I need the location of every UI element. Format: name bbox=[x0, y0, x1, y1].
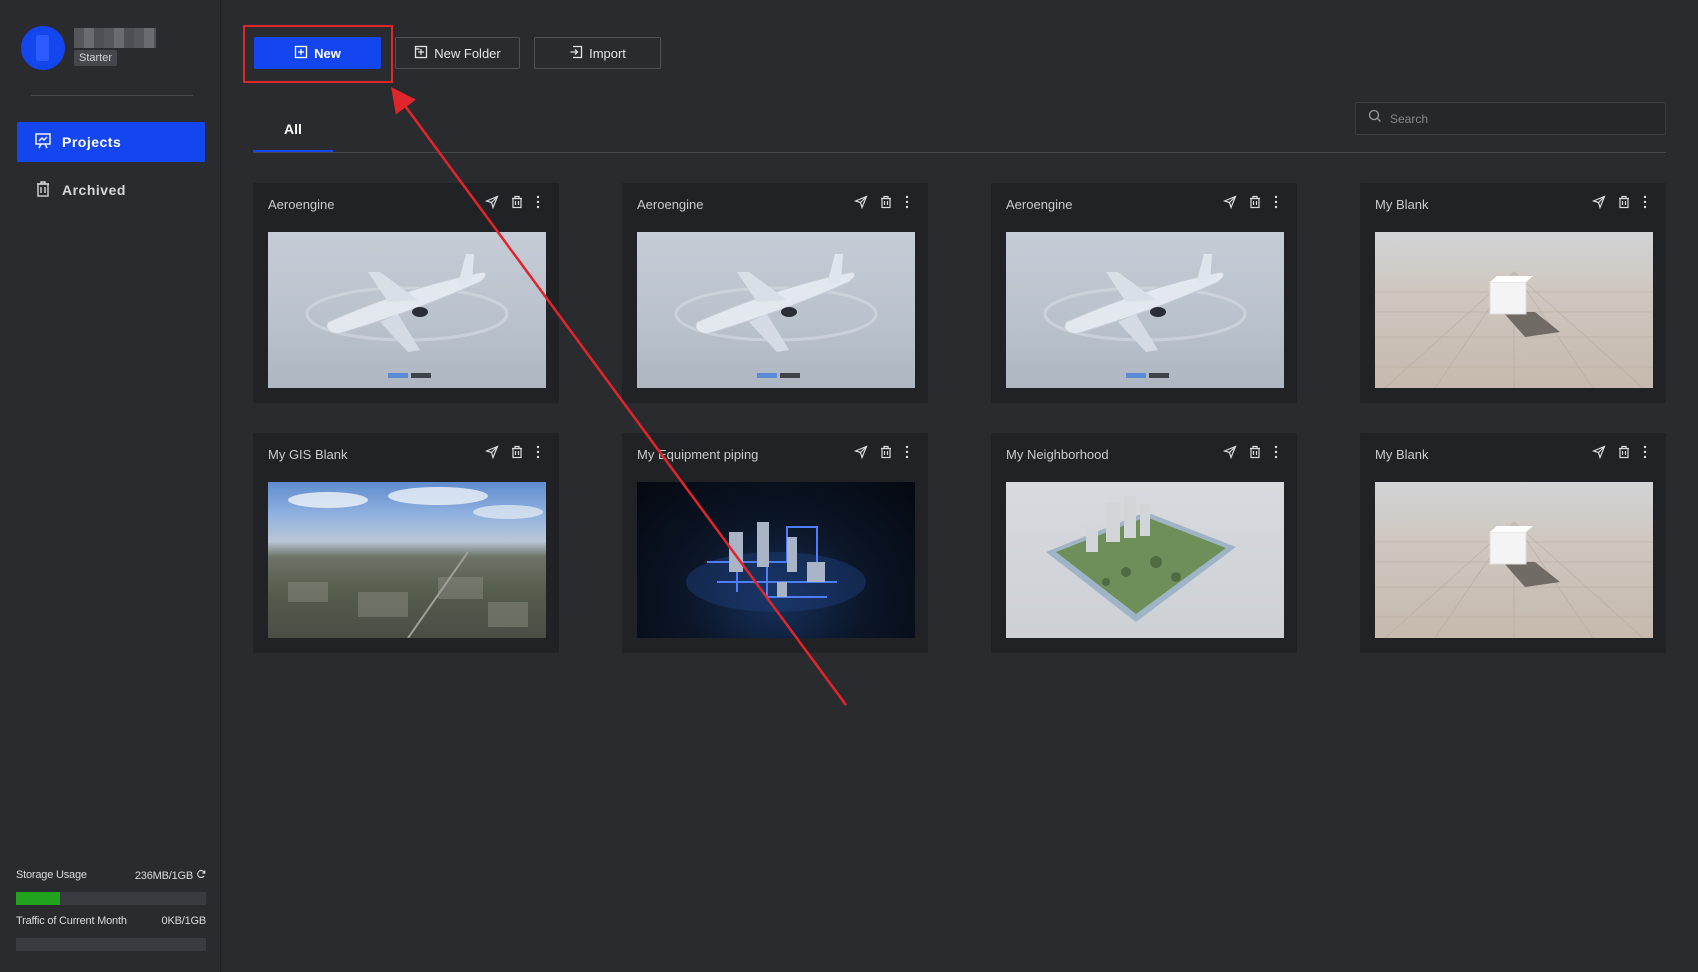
card-actions bbox=[854, 195, 910, 209]
sidebar-item-label: Archived bbox=[62, 182, 126, 198]
new-folder-button-label: New Folder bbox=[434, 45, 501, 61]
more-vertical-icon[interactable] bbox=[1642, 195, 1648, 209]
card-actions bbox=[1592, 445, 1648, 459]
more-vertical-icon[interactable] bbox=[904, 445, 910, 459]
project-title: My Neighborhood bbox=[1006, 447, 1109, 462]
traffic-usage-row: Traffic of Current Month 0KB/1GB bbox=[16, 915, 206, 927]
project-title: My GIS Blank bbox=[268, 447, 348, 462]
project-card[interactable]: Aeroengine bbox=[253, 183, 559, 403]
delete-icon[interactable] bbox=[510, 445, 524, 459]
sidebar-divider bbox=[31, 95, 193, 96]
project-title: My Blank bbox=[1375, 447, 1429, 462]
delete-icon[interactable] bbox=[879, 195, 893, 209]
card-actions bbox=[1592, 195, 1648, 209]
card-actions bbox=[485, 195, 541, 209]
search-icon bbox=[1368, 109, 1382, 128]
project-title: Aeroengine bbox=[637, 197, 704, 212]
project-card[interactable]: Aeroengine bbox=[622, 183, 928, 403]
share-icon[interactable] bbox=[1592, 445, 1606, 459]
traffic-usage-bar bbox=[16, 938, 206, 951]
more-vertical-icon[interactable] bbox=[1273, 445, 1279, 459]
username-redacted bbox=[74, 28, 156, 48]
project-thumbnail[interactable] bbox=[1006, 482, 1284, 638]
share-icon[interactable] bbox=[485, 445, 499, 459]
sidebar-item-label: Projects bbox=[62, 134, 122, 150]
traffic-usage-value: 0KB/1GB bbox=[161, 915, 207, 927]
traffic-usage-label: Traffic of Current Month bbox=[16, 915, 127, 927]
tab-all[interactable]: All bbox=[253, 108, 333, 152]
more-vertical-icon[interactable] bbox=[535, 445, 541, 459]
trash-icon bbox=[34, 180, 62, 201]
plan-badge: Starter bbox=[74, 50, 118, 66]
import-button-label: Import bbox=[589, 45, 626, 61]
share-icon[interactable] bbox=[1592, 195, 1606, 209]
sidebar: Starter Projects Archived Storage Usage … bbox=[0, 0, 221, 972]
project-card[interactable]: My Neighborhood bbox=[991, 433, 1297, 653]
project-card[interactable]: My GIS Blank bbox=[253, 433, 559, 653]
card-actions bbox=[1223, 195, 1279, 209]
delete-icon[interactable] bbox=[1617, 195, 1631, 209]
storage-usage-label: Storage Usage bbox=[16, 869, 87, 881]
import-icon bbox=[569, 45, 589, 62]
project-title: My Equipment piping bbox=[637, 447, 759, 462]
more-vertical-icon[interactable] bbox=[1642, 445, 1648, 459]
import-button[interactable]: Import bbox=[534, 37, 661, 69]
delete-icon[interactable] bbox=[1617, 445, 1631, 459]
more-vertical-icon[interactable] bbox=[1273, 195, 1279, 209]
share-icon[interactable] bbox=[1223, 195, 1237, 209]
project-title: Aeroengine bbox=[1006, 197, 1073, 212]
project-thumbnail[interactable] bbox=[1375, 482, 1653, 638]
project-title: My Blank bbox=[1375, 197, 1429, 212]
more-vertical-icon[interactable] bbox=[904, 195, 910, 209]
share-icon[interactable] bbox=[485, 195, 499, 209]
project-thumbnail[interactable] bbox=[1006, 232, 1284, 388]
project-thumbnail[interactable] bbox=[637, 232, 915, 388]
storage-usage-bar bbox=[16, 892, 206, 905]
tab-divider bbox=[253, 152, 1666, 153]
new-folder-button[interactable]: New Folder bbox=[395, 37, 520, 69]
refresh-icon[interactable] bbox=[196, 869, 206, 882]
project-card[interactable]: My Blank bbox=[1360, 433, 1666, 653]
project-thumbnail[interactable] bbox=[268, 232, 546, 388]
project-thumbnail[interactable] bbox=[268, 482, 546, 638]
delete-icon[interactable] bbox=[1248, 445, 1262, 459]
storage-usage-value: 236MB/1GB bbox=[134, 869, 193, 882]
share-icon[interactable] bbox=[854, 445, 868, 459]
card-actions bbox=[1223, 445, 1279, 459]
project-thumbnail[interactable] bbox=[1375, 232, 1653, 388]
project-card[interactable]: My Equipment piping bbox=[622, 433, 928, 653]
folder-plus-icon bbox=[414, 45, 434, 62]
delete-icon[interactable] bbox=[1248, 195, 1262, 209]
project-card[interactable]: My Blank bbox=[1360, 183, 1666, 403]
delete-icon[interactable] bbox=[510, 195, 524, 209]
project-title: Aeroengine bbox=[268, 197, 335, 212]
card-actions bbox=[485, 445, 541, 459]
share-icon[interactable] bbox=[854, 195, 868, 209]
more-vertical-icon[interactable] bbox=[535, 195, 541, 209]
annotation-highlight-box bbox=[243, 25, 393, 83]
sidebar-item-projects[interactable]: Projects bbox=[17, 122, 205, 162]
project-card[interactable]: Aeroengine bbox=[991, 183, 1297, 403]
search-input[interactable] bbox=[1390, 111, 1650, 126]
share-icon[interactable] bbox=[1223, 445, 1237, 459]
storage-usage-row: Storage Usage 236MB/1GB bbox=[16, 869, 206, 882]
card-actions bbox=[854, 445, 910, 459]
sidebar-item-archived[interactable]: Archived bbox=[17, 170, 205, 210]
project-thumbnail[interactable] bbox=[637, 482, 915, 638]
search-box[interactable] bbox=[1355, 102, 1666, 135]
presentation-chart-icon bbox=[34, 132, 62, 153]
storage-usage-fill bbox=[16, 892, 60, 905]
avatar[interactable] bbox=[21, 26, 65, 70]
delete-icon[interactable] bbox=[879, 445, 893, 459]
